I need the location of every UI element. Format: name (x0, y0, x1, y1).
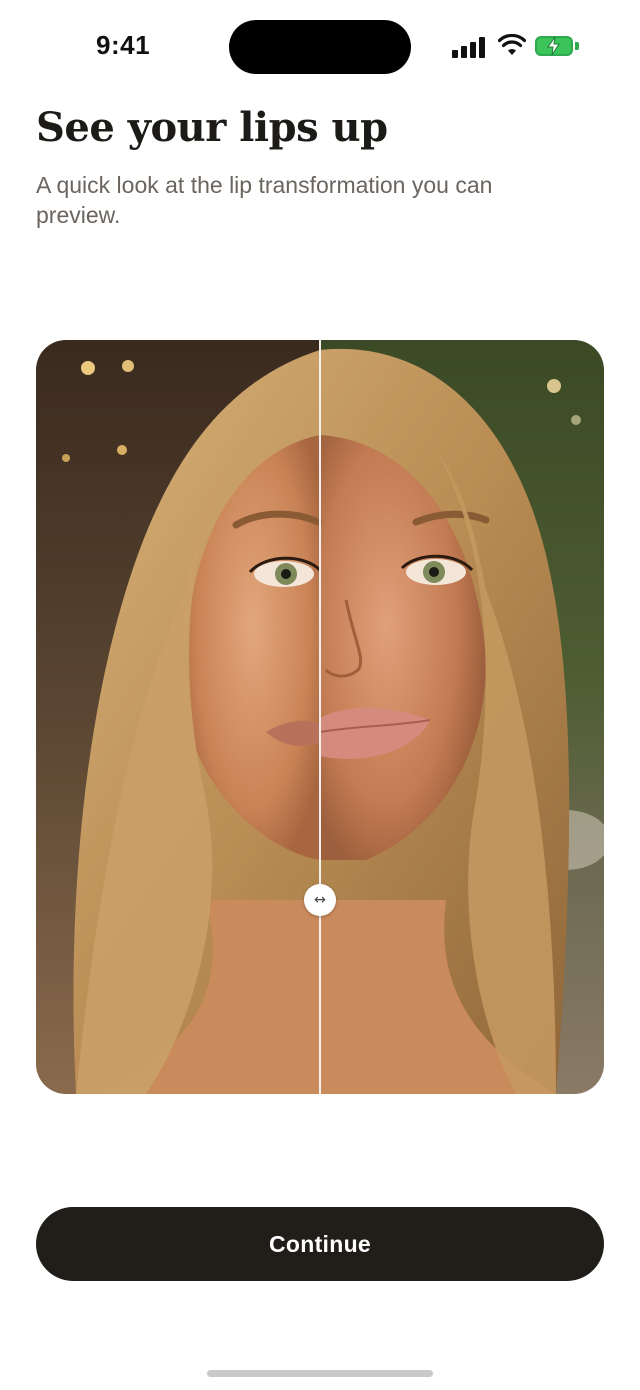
wifi-icon (498, 34, 526, 55)
home-indicator[interactable] (207, 1370, 433, 1377)
status-bar: 9:41 (0, 0, 640, 96)
cellular-signal-icon (452, 36, 488, 58)
continue-button[interactable]: Continue (36, 1207, 604, 1281)
drag-arrows-icon: ↔ (314, 892, 326, 908)
lip-comparison-slider[interactable]: ↔ (36, 340, 604, 1094)
status-time: 9:41 (96, 30, 151, 60)
page-title: See your lips up (36, 104, 388, 151)
page-subtitle: A quick look at the lip transformation y… (36, 172, 493, 228)
battery-charging-icon (535, 36, 581, 58)
comparison-divider[interactable] (319, 340, 321, 1094)
dynamic-island (229, 20, 411, 74)
slider-handle[interactable]: ↔ (304, 884, 336, 916)
